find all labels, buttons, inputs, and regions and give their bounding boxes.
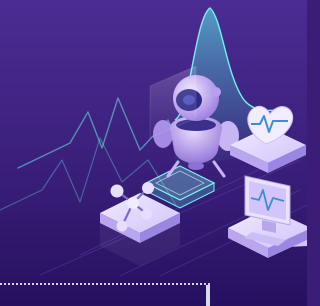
illustration xyxy=(0,0,307,306)
